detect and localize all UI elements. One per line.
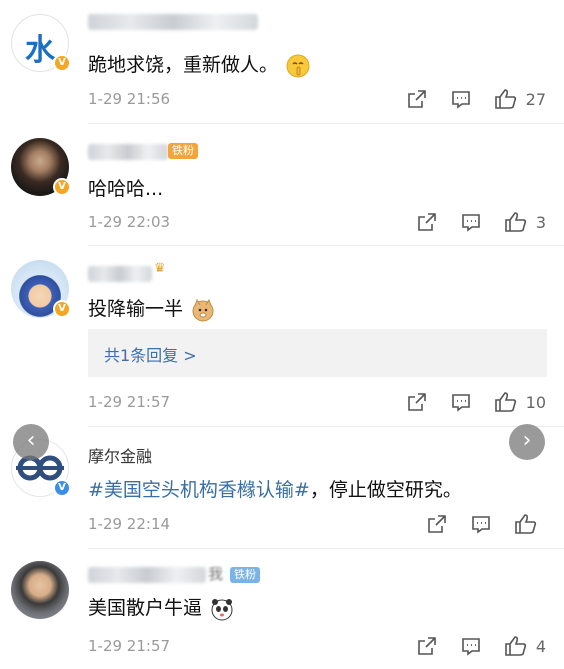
share-button[interactable] xyxy=(416,211,438,233)
verified-badge-icon: V xyxy=(53,178,71,196)
doge-emoji-icon xyxy=(192,298,214,321)
thumbs-up-icon xyxy=(505,212,526,232)
divider xyxy=(88,123,564,124)
like-button[interactable]: 3 xyxy=(504,211,546,233)
comment-actions xyxy=(404,513,546,535)
comment-text: #美国空头机构香橼认输#，停止做空研究。 xyxy=(88,479,462,501)
comment-icon xyxy=(462,214,480,232)
crown-icon: ♛ xyxy=(154,261,166,276)
person-photo-avatar xyxy=(11,561,69,619)
share-button[interactable] xyxy=(416,635,438,657)
comment-button[interactable] xyxy=(450,391,472,413)
share-icon xyxy=(418,213,436,231)
chevron-right-icon: › xyxy=(522,428,532,453)
comment-time: 1-29 22:03 xyxy=(88,213,171,231)
comment-actions: 4 xyxy=(394,635,546,657)
share-icon xyxy=(418,637,436,655)
hashtag-link[interactable]: #美国空头机构香橼认输# xyxy=(88,479,310,501)
divider xyxy=(88,548,564,549)
fan-badge: 铁粉 xyxy=(230,567,260,583)
chevron-left-icon: ‹ xyxy=(26,428,36,453)
share-icon xyxy=(407,393,426,411)
share-icon xyxy=(428,515,446,533)
like-button[interactable]: 4 xyxy=(504,635,546,657)
comment-actions: 3 xyxy=(394,211,546,233)
comment-actions: 27 xyxy=(384,88,546,110)
comment-text: 跪地求饶，重新做人。 xyxy=(88,50,310,78)
shush-emoji-icon xyxy=(286,54,310,77)
comment-button[interactable] xyxy=(460,211,482,233)
avatar[interactable]: 水 V xyxy=(11,14,71,72)
share-icon xyxy=(407,90,426,108)
comment-button[interactable] xyxy=(450,88,472,110)
divider xyxy=(88,245,564,246)
comment-text: 投降输一半 xyxy=(88,294,215,322)
comment-time: 1-29 21:57 xyxy=(88,637,171,655)
comment-time: 1-29 21:57 xyxy=(88,393,171,411)
share-button[interactable] xyxy=(406,391,428,413)
comment-text: 哈哈哈... xyxy=(88,178,164,200)
comment-icon xyxy=(451,91,470,109)
username-blurred[interactable] xyxy=(88,144,168,160)
like-count: 10 xyxy=(525,392,546,412)
comment-time: 1-29 22:14 xyxy=(88,515,171,533)
avatar[interactable] xyxy=(11,561,69,619)
username-suffix: 我 xyxy=(208,565,224,583)
share-button[interactable] xyxy=(426,513,448,535)
avatar[interactable]: V xyxy=(11,138,71,196)
thumbs-up-icon xyxy=(494,89,516,109)
next-arrow-button[interactable]: › xyxy=(509,424,545,460)
comment-icon xyxy=(462,638,480,656)
comment-icon xyxy=(472,516,490,534)
like-count: 27 xyxy=(525,89,546,109)
view-replies-link[interactable]: 共1条回复 > xyxy=(104,342,197,366)
verified-badge-icon: V xyxy=(53,479,71,497)
username-blurred[interactable] xyxy=(88,567,206,583)
username[interactable]: 摩尔金融 xyxy=(88,443,152,467)
like-button[interactable]: 10 xyxy=(494,391,546,413)
avatar[interactable]: V xyxy=(11,260,71,318)
comment-actions: 10 xyxy=(384,391,546,413)
like-button[interactable] xyxy=(514,513,546,535)
username-blurred[interactable] xyxy=(88,14,258,30)
thumbs-up-icon xyxy=(494,392,516,412)
comment-time: 1-29 21:56 xyxy=(88,90,171,108)
comment-button[interactable] xyxy=(460,635,482,657)
share-button[interactable] xyxy=(406,88,428,110)
panda-emoji-icon xyxy=(211,598,233,620)
comment-icon xyxy=(451,394,470,412)
prev-arrow-button[interactable]: ‹ xyxy=(13,424,49,460)
like-count: 4 xyxy=(535,636,546,656)
like-count: 3 xyxy=(535,212,546,232)
like-button[interactable]: 27 xyxy=(494,88,546,110)
divider xyxy=(88,426,564,427)
verified-badge-icon: V xyxy=(53,54,71,72)
reply-box[interactable]: 共1条回复 > xyxy=(88,329,547,377)
thumbs-up-icon xyxy=(505,636,526,656)
comment-text: 美国散户牛逼 xyxy=(88,593,234,621)
fan-badge: 铁粉 xyxy=(168,143,198,159)
comment-button[interactable] xyxy=(470,513,492,535)
verified-badge-icon: V xyxy=(53,300,71,318)
username-blurred[interactable] xyxy=(88,266,152,282)
thumbs-up-icon xyxy=(515,514,537,534)
